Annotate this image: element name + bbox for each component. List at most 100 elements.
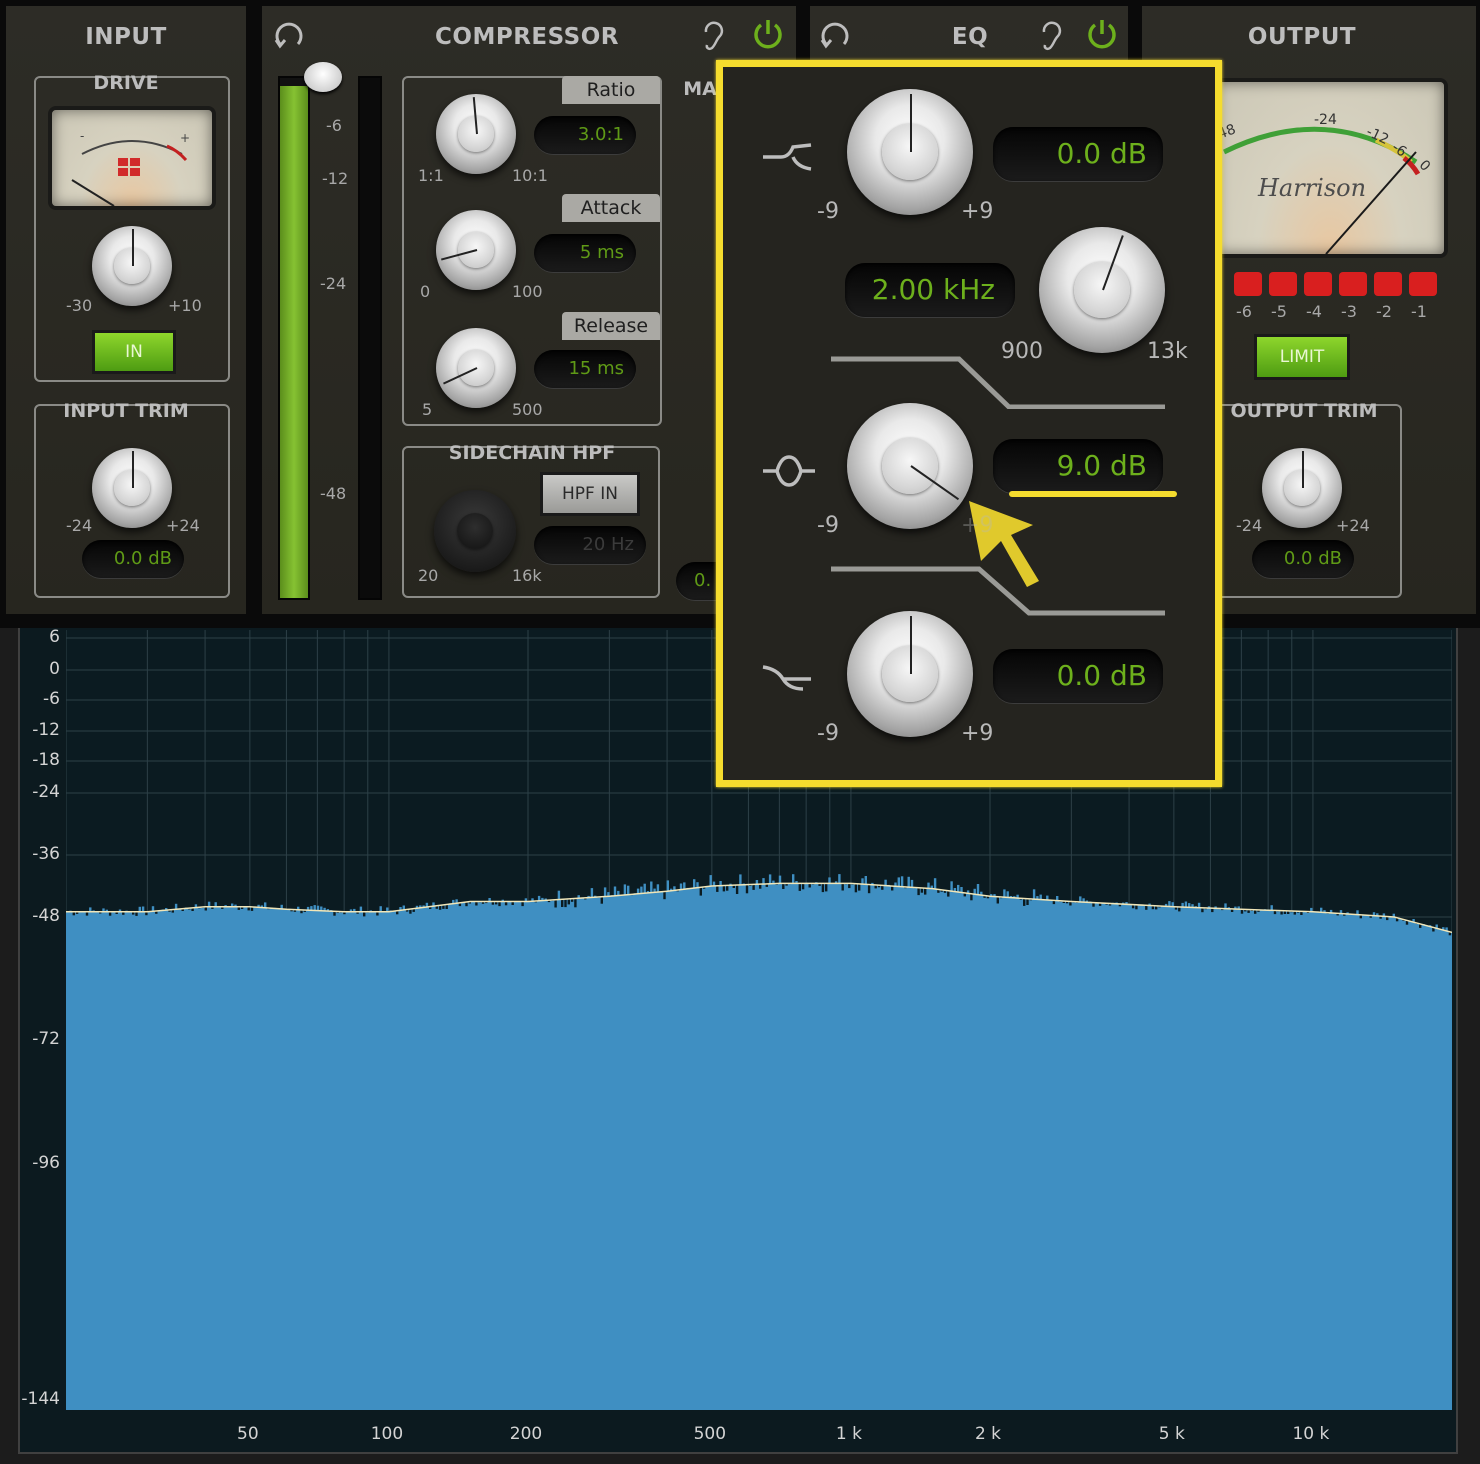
attack-max: 100 bbox=[512, 282, 543, 301]
release-tab: Release bbox=[562, 312, 660, 340]
x-tick-label: 5 k bbox=[1158, 1424, 1185, 1444]
spectrum-bar bbox=[726, 885, 729, 891]
output-trim-knob[interactable] bbox=[1262, 448, 1342, 528]
hpf-readout: 20 Hz bbox=[534, 526, 646, 564]
spectrum-bar bbox=[722, 885, 726, 892]
limit-led-label-0: -6 bbox=[1236, 302, 1252, 321]
spectrum-bar bbox=[379, 906, 382, 912]
attack-min: 0 bbox=[420, 282, 431, 301]
spectrum-bar bbox=[960, 887, 963, 893]
spectrum-bar bbox=[557, 890, 561, 900]
drive-knob[interactable] bbox=[92, 226, 172, 306]
limit-led-label-1: -5 bbox=[1271, 302, 1287, 321]
knob-indicator bbox=[132, 451, 134, 488]
knob-indicator bbox=[910, 616, 912, 674]
spectrum-bar bbox=[917, 887, 920, 896]
ratio-knob[interactable] bbox=[436, 94, 516, 174]
spectrum-bar bbox=[838, 874, 841, 884]
eq-mid-gain-knob[interactable] bbox=[847, 403, 973, 529]
eq-divider-2 bbox=[831, 566, 1165, 616]
attack-tab: Attack bbox=[562, 194, 660, 222]
limit-led bbox=[1269, 272, 1297, 296]
spectrum-bar bbox=[739, 874, 742, 885]
input-trim-knob[interactable] bbox=[92, 448, 172, 528]
spectrum-bar bbox=[554, 899, 557, 908]
output-trim-min: -24 bbox=[1236, 516, 1263, 535]
eq-reset-icon[interactable] bbox=[818, 18, 852, 52]
spectrum-bar bbox=[316, 905, 320, 911]
input-trim-max: +24 bbox=[166, 516, 200, 535]
threshold-slider-handle[interactable] bbox=[304, 62, 342, 92]
spectrum-bar bbox=[927, 882, 930, 889]
output-title: OUTPUT bbox=[1247, 24, 1357, 50]
spectrum-bar bbox=[900, 876, 904, 887]
eq-divider-1 bbox=[831, 356, 1165, 409]
spectrum-bar bbox=[933, 878, 937, 889]
spectrum-bar bbox=[1023, 898, 1026, 906]
spectrum-bar bbox=[782, 883, 785, 889]
y-tick-label: -144 bbox=[21, 1389, 60, 1409]
input-in-button[interactable]: IN bbox=[92, 330, 176, 374]
compressor-reset-icon[interactable] bbox=[272, 18, 306, 52]
spectrum-bar bbox=[1184, 901, 1188, 908]
output-trim-readout: 0.0 dB bbox=[1252, 540, 1354, 578]
compressor-power-icon[interactable] bbox=[750, 16, 786, 52]
spectrum-bar bbox=[821, 883, 825, 893]
hpf-in-button[interactable]: HPF IN bbox=[540, 472, 640, 516]
eq-high-gain-knob[interactable] bbox=[847, 611, 973, 737]
spectrum-bar bbox=[1032, 889, 1036, 900]
x-tick-label: 2 k bbox=[974, 1424, 1002, 1444]
knob-indicator bbox=[1302, 451, 1304, 488]
drive-max-label: +10 bbox=[168, 296, 202, 315]
eq-mid-freq-knob[interactable] bbox=[1039, 227, 1165, 353]
y-tick-label: -6 bbox=[43, 689, 60, 709]
eq-power-icon[interactable] bbox=[1084, 16, 1120, 52]
knob-cap bbox=[456, 512, 494, 550]
spectrum-bar bbox=[841, 883, 844, 891]
spectrum-bar bbox=[910, 879, 914, 888]
eq-listen-ear-icon[interactable] bbox=[1036, 18, 1064, 54]
limit-led-row: -6 -5 -4 -3 -2 -1 bbox=[1232, 272, 1444, 332]
ratio-readout: 3.0:1 bbox=[534, 116, 636, 154]
spectrum-bar bbox=[1006, 891, 1009, 898]
compressor-listen-ear-icon[interactable] bbox=[698, 18, 726, 54]
comp-meter-tick-3: -48 bbox=[320, 484, 347, 503]
spectrum-bar bbox=[950, 881, 953, 891]
spectrum-bar bbox=[1197, 902, 1201, 908]
eq-low-max: +9 bbox=[961, 199, 994, 224]
eq-low-gain-knob[interactable] bbox=[847, 89, 973, 215]
drive-label: DRIVE bbox=[93, 72, 159, 94]
ratio-min: 1:1 bbox=[418, 166, 444, 185]
y-tick-label: 0 bbox=[49, 659, 60, 679]
sidechain-hpf-knob[interactable] bbox=[434, 490, 516, 572]
spectrum-bar bbox=[561, 899, 564, 907]
eq-title: EQ bbox=[951, 24, 989, 50]
makeup-label-partial: MA bbox=[683, 78, 717, 100]
y-tick-label: -72 bbox=[32, 1029, 60, 1049]
spectrum-bar bbox=[313, 905, 316, 911]
output-meter-scale-1: -24 bbox=[1314, 112, 1337, 128]
output-trim-max: +24 bbox=[1336, 516, 1370, 535]
limit-button[interactable]: LIMIT bbox=[1254, 334, 1350, 380]
spectrum-bar bbox=[666, 880, 669, 892]
spectrum-bar bbox=[854, 883, 858, 893]
spectrum-bar bbox=[709, 875, 712, 887]
spectrum-bar bbox=[884, 879, 887, 886]
spectrum-bar bbox=[359, 906, 363, 912]
release-knob[interactable] bbox=[436, 328, 516, 408]
spectrum-bar bbox=[861, 878, 864, 885]
threshold-meter-track[interactable] bbox=[278, 76, 310, 600]
eq-high-gain-readout: 0.0 dB bbox=[993, 649, 1163, 703]
knob-indicator bbox=[910, 94, 912, 152]
output-vu-meter: 48 -24 -12 -6 0 Harrison bbox=[1212, 78, 1448, 258]
limit-led-label-5: -1 bbox=[1411, 302, 1427, 321]
svg-text:+: + bbox=[180, 131, 190, 145]
output-meter-graphic bbox=[1222, 126, 1421, 254]
spectrum-bar bbox=[207, 901, 211, 907]
spectrum-bar bbox=[623, 884, 627, 896]
attack-knob[interactable] bbox=[436, 210, 516, 290]
gr-meter-track bbox=[358, 76, 382, 600]
spectrum-bar bbox=[996, 896, 999, 904]
comp-meter-tick-1: -12 bbox=[322, 169, 349, 188]
knob-indicator bbox=[132, 229, 134, 266]
